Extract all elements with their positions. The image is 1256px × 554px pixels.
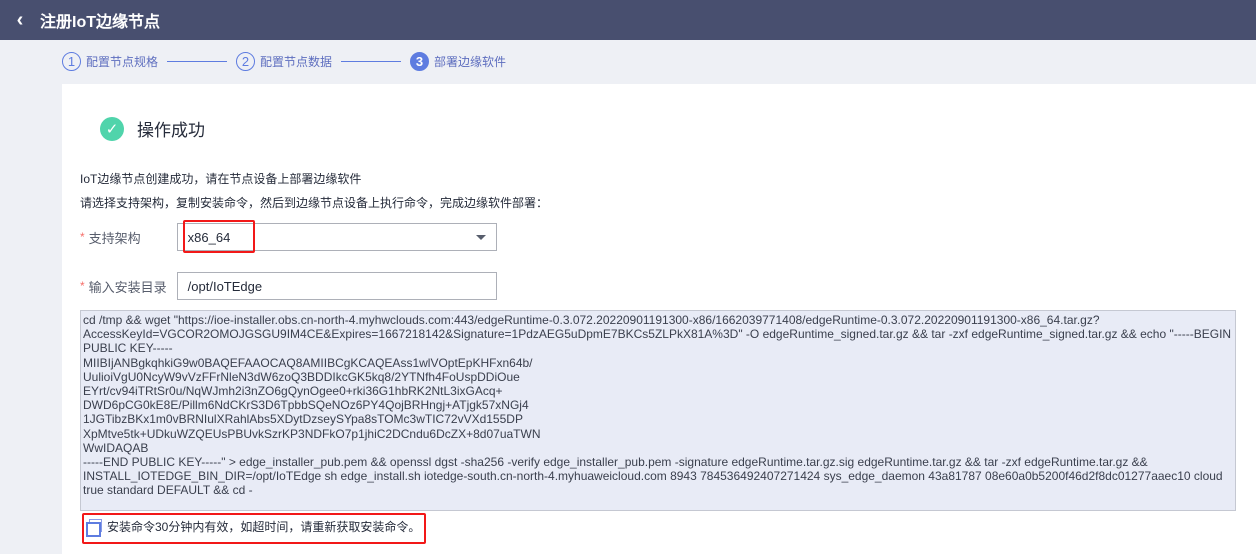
dir-row: * 输入安装目录 /opt/IoTEdge: [80, 272, 497, 300]
step-1: 1 配置节点规格: [62, 52, 158, 71]
description-2: 请选择支持架构，复制安装命令，然后到边缘节点设备上执行命令，完成边缘软件部署：: [80, 196, 549, 210]
install-dir-input[interactable]: /opt/IoTEdge: [176, 272, 497, 300]
page-title: 注册IoT边缘节点: [40, 14, 160, 31]
command-line: 1JGTibzBKx1m0vBRNIulXRahlAbs5XDytDzseySY…: [83, 412, 523, 427]
step-label: 配置节点规格: [86, 55, 159, 69]
arch-label: 支持架构: [88, 230, 141, 246]
command-line: PUBLIC KEY-----: [83, 341, 173, 356]
caret-down-icon: [475, 235, 486, 240]
step-number: 1: [62, 52, 81, 71]
content-card: ✓ 操作成功 IoT边缘节点创建成功，请在节点设备上部署边缘软件 请选择支持架构…: [62, 84, 1256, 554]
step-3: 3 部署边缘软件: [410, 52, 506, 71]
page-header: ‹ 注册IoT边缘节点: [0, 0, 1256, 40]
dir-label: 输入安装目录: [88, 279, 167, 295]
arch-row: * 支持架构 x86_64: [80, 223, 497, 251]
highlight-box: [183, 220, 255, 253]
description-1: IoT边缘节点创建成功，请在节点设备上部署边缘软件: [80, 172, 362, 186]
command-line: UulioiVgU0NcyW9vVzFFrNleN3dW6zoQ3BDDIkcG…: [83, 369, 520, 384]
step-2: 2 配置节点数据: [236, 52, 332, 71]
command-line: WwIDAQAB: [83, 440, 149, 455]
command-line: cd /tmp && wget "https://ioe-installer.o…: [83, 313, 1100, 327]
command-line: true standard DEFAULT && cd -: [83, 483, 253, 498]
step-label: 部署边缘软件: [434, 55, 507, 69]
command-line: AccessKeyId=VGCOR2OMOJGSGU9IM4CE&Expires…: [83, 327, 1232, 342]
step-connector: [167, 61, 228, 62]
step-label: 配置节点数据: [260, 55, 333, 69]
command-line: -----END PUBLIC KEY-----" > edge_install…: [83, 455, 1148, 470]
command-line: DWD6pCG0kE8E/Pillm6NdCKrS3D6TpbbSQeNOz6P…: [83, 398, 529, 413]
highlight-box: [82, 513, 426, 544]
command-line: XpMtve5tk+UDkuWZQEUsPBUvkSzrKP3NDFkO7p1j…: [83, 426, 541, 441]
command-line: EYrt/cv94iTRtSr0u/NqWJmh2i3nZO6gQynOgee0…: [83, 384, 503, 399]
success-banner: ✓ 操作成功: [100, 116, 205, 141]
step-number: 2: [236, 52, 256, 71]
step-number: 3: [410, 52, 430, 71]
install-command-textarea[interactable]: cd /tmp && wget "https://ioe-installer.o…: [80, 310, 1236, 511]
stepper: 1 配置节点规格 2 配置节点数据 3 部署边缘软件: [62, 52, 506, 71]
command-line: INSTALL_IOTEDGE_BIN_DIR=/opt/IoTEdge sh …: [83, 469, 1223, 484]
required-mark: *: [80, 279, 85, 293]
install-dir-value: /opt/IoTEdge: [187, 278, 263, 294]
back-button[interactable]: ‹: [0, 9, 40, 32]
success-title: 操作成功: [137, 121, 205, 140]
command-line: MIIBIjANBgkqhkiG9w0BAQEFAAOCAQ8AMIIBCgKC…: [83, 355, 533, 370]
check-circle-icon: ✓: [100, 116, 124, 141]
chevron-left-icon: ‹: [16, 8, 24, 31]
step-connector: [341, 61, 402, 62]
required-mark: *: [80, 230, 85, 244]
